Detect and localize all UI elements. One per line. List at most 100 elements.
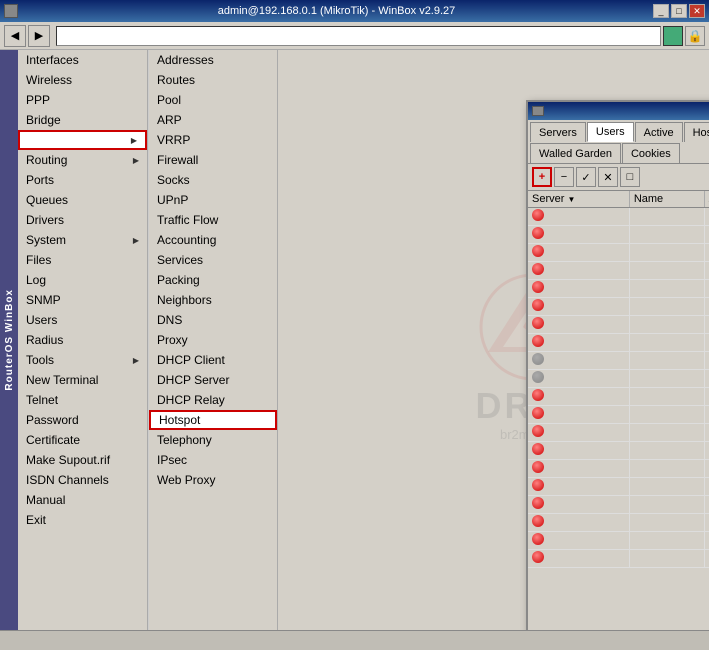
sidebar-item-new-terminal[interactable]: New Terminal	[18, 370, 147, 390]
col-name[interactable]: Name	[629, 191, 704, 208]
sidebar-item-certificate[interactable]: Certificate	[18, 430, 147, 450]
table-row[interactable]	[528, 388, 709, 406]
back-button[interactable]: ◀	[4, 25, 26, 47]
table-row[interactable]	[528, 442, 709, 460]
submenu-item-web-proxy[interactable]: Web Proxy	[149, 470, 277, 490]
sidebar-item-log[interactable]: Log	[18, 270, 147, 290]
status-icon	[532, 317, 544, 329]
cell-name	[629, 280, 704, 298]
tab-servers[interactable]: Servers	[530, 122, 586, 142]
col-server[interactable]: Server ▼	[528, 191, 629, 208]
submenu-item-packing[interactable]: Packing	[149, 270, 277, 290]
table-row[interactable]	[528, 478, 709, 496]
address-bar[interactable]	[56, 26, 661, 46]
sidebar-item-manual[interactable]: Manual	[18, 490, 147, 510]
sidebar-item-interfaces[interactable]: Interfaces	[18, 50, 147, 70]
table-row[interactable]	[528, 244, 709, 262]
users-table-container[interactable]: Server ▼ Name Address MAC Address	[528, 191, 709, 630]
cell-server	[528, 406, 629, 424]
sidebar-item-snmp[interactable]: SNMP	[18, 290, 147, 310]
sidebar-item-telnet[interactable]: Telnet	[18, 390, 147, 410]
maximize-button[interactable]: □	[671, 4, 687, 18]
submenu-item-vrrp[interactable]: VRRP	[149, 130, 277, 150]
table-row[interactable]	[528, 208, 709, 226]
submenu-item-accounting[interactable]: Accounting	[149, 230, 277, 250]
submenu-item-arp[interactable]: ARP	[149, 110, 277, 130]
table-row[interactable]	[528, 370, 709, 388]
submenu-item-addresses[interactable]: Addresses	[149, 50, 277, 70]
sidebar-item-ports[interactable]: Ports	[18, 170, 147, 190]
sidebar-item-make-supout.rif[interactable]: Make Supout.rif	[18, 450, 147, 470]
submenu-item-dhcp-client[interactable]: DHCP Client	[149, 350, 277, 370]
submenu-item-proxy[interactable]: Proxy	[149, 330, 277, 350]
sidebar-item-exit[interactable]: Exit	[18, 510, 147, 530]
table-header-row: Server ▼ Name Address MAC Address	[528, 191, 709, 208]
sidebar-label: Queues	[26, 193, 68, 207]
table-row[interactable]	[528, 496, 709, 514]
sidebar-item-files[interactable]: Files	[18, 250, 147, 270]
sidebar-item-password[interactable]: Password	[18, 410, 147, 430]
close-button[interactable]: ✕	[689, 4, 705, 18]
tab-walled-garden[interactable]: Walled Garden	[530, 143, 621, 163]
table-row[interactable]	[528, 550, 709, 568]
sidebar-item-users[interactable]: Users	[18, 310, 147, 330]
submenu-item-routes[interactable]: Routes	[149, 70, 277, 90]
sidebar-item-isdn-channels[interactable]: ISDN Channels	[18, 470, 147, 490]
table-row[interactable]	[528, 334, 709, 352]
submenu-item-dns[interactable]: DNS	[149, 310, 277, 330]
sidebar-item-queues[interactable]: Queues	[18, 190, 147, 210]
submenu-label: Firewall	[157, 153, 198, 167]
table-row[interactable]	[528, 316, 709, 334]
submenu-item-neighbors[interactable]: Neighbors	[149, 290, 277, 310]
sidebar-item-tools[interactable]: Tools▶	[18, 350, 147, 370]
sidebar-item-radius[interactable]: Radius	[18, 330, 147, 350]
submenu-item-hotspot[interactable]: Hotspot	[149, 410, 277, 430]
submenu-item-services[interactable]: Services	[149, 250, 277, 270]
table-row[interactable]	[528, 514, 709, 532]
remove-button[interactable]: −	[554, 167, 574, 187]
sidebar-label: Tools	[26, 353, 54, 367]
table-row[interactable]	[528, 226, 709, 244]
tab-cookies[interactable]: Cookies	[622, 143, 680, 163]
submenu-item-socks[interactable]: Socks	[149, 170, 277, 190]
table-row[interactable]	[528, 460, 709, 478]
submenu-item-pool[interactable]: Pool	[149, 90, 277, 110]
uncheck-button[interactable]: ✕	[598, 167, 618, 187]
submenu-item-telephony[interactable]: Telephony	[149, 430, 277, 450]
sidebar-item-bridge[interactable]: Bridge	[18, 110, 147, 130]
tab-users[interactable]: Users	[587, 122, 634, 142]
submenu-item-upnp[interactable]: UPnP	[149, 190, 277, 210]
sidebar-item-routing[interactable]: Routing▶	[18, 150, 147, 170]
table-row[interactable]	[528, 262, 709, 280]
table-row[interactable]	[528, 280, 709, 298]
col-address[interactable]: Address	[704, 191, 709, 208]
table-row[interactable]	[528, 532, 709, 550]
cell-name	[629, 370, 704, 388]
submenu-item-ipsec[interactable]: IPsec	[149, 450, 277, 470]
side-label-text: RouterOS WinBox	[4, 289, 15, 391]
submenu-item-dhcp-relay[interactable]: DHCP Relay	[149, 390, 277, 410]
forward-button[interactable]: ▶	[28, 25, 50, 47]
sidebar-item-wireless[interactable]: Wireless	[18, 70, 147, 90]
sidebar-item-ip[interactable]: IP▶	[18, 130, 147, 150]
cell-address	[704, 280, 709, 298]
sidebar-item-ppp[interactable]: PPP	[18, 90, 147, 110]
cell-server	[528, 280, 629, 298]
submenu-item-traffic-flow[interactable]: Traffic Flow	[149, 210, 277, 230]
add-button[interactable]: +	[532, 167, 552, 187]
copy-button[interactable]: □	[620, 167, 640, 187]
cell-name	[629, 226, 704, 244]
tab-hosts[interactable]: Hosts	[684, 122, 709, 142]
check-button[interactable]: ✓	[576, 167, 596, 187]
submenu-item-dhcp-server[interactable]: DHCP Server	[149, 370, 277, 390]
submenu-item-firewall[interactable]: Firewall	[149, 150, 277, 170]
sidebar-item-system[interactable]: System▶	[18, 230, 147, 250]
cell-name	[629, 460, 704, 478]
table-row[interactable]	[528, 298, 709, 316]
tab-active[interactable]: Active	[635, 122, 683, 142]
sidebar-item-drivers[interactable]: Drivers	[18, 210, 147, 230]
table-row[interactable]	[528, 352, 709, 370]
minimize-button[interactable]: _	[653, 4, 669, 18]
table-row[interactable]	[528, 406, 709, 424]
table-row[interactable]	[528, 424, 709, 442]
